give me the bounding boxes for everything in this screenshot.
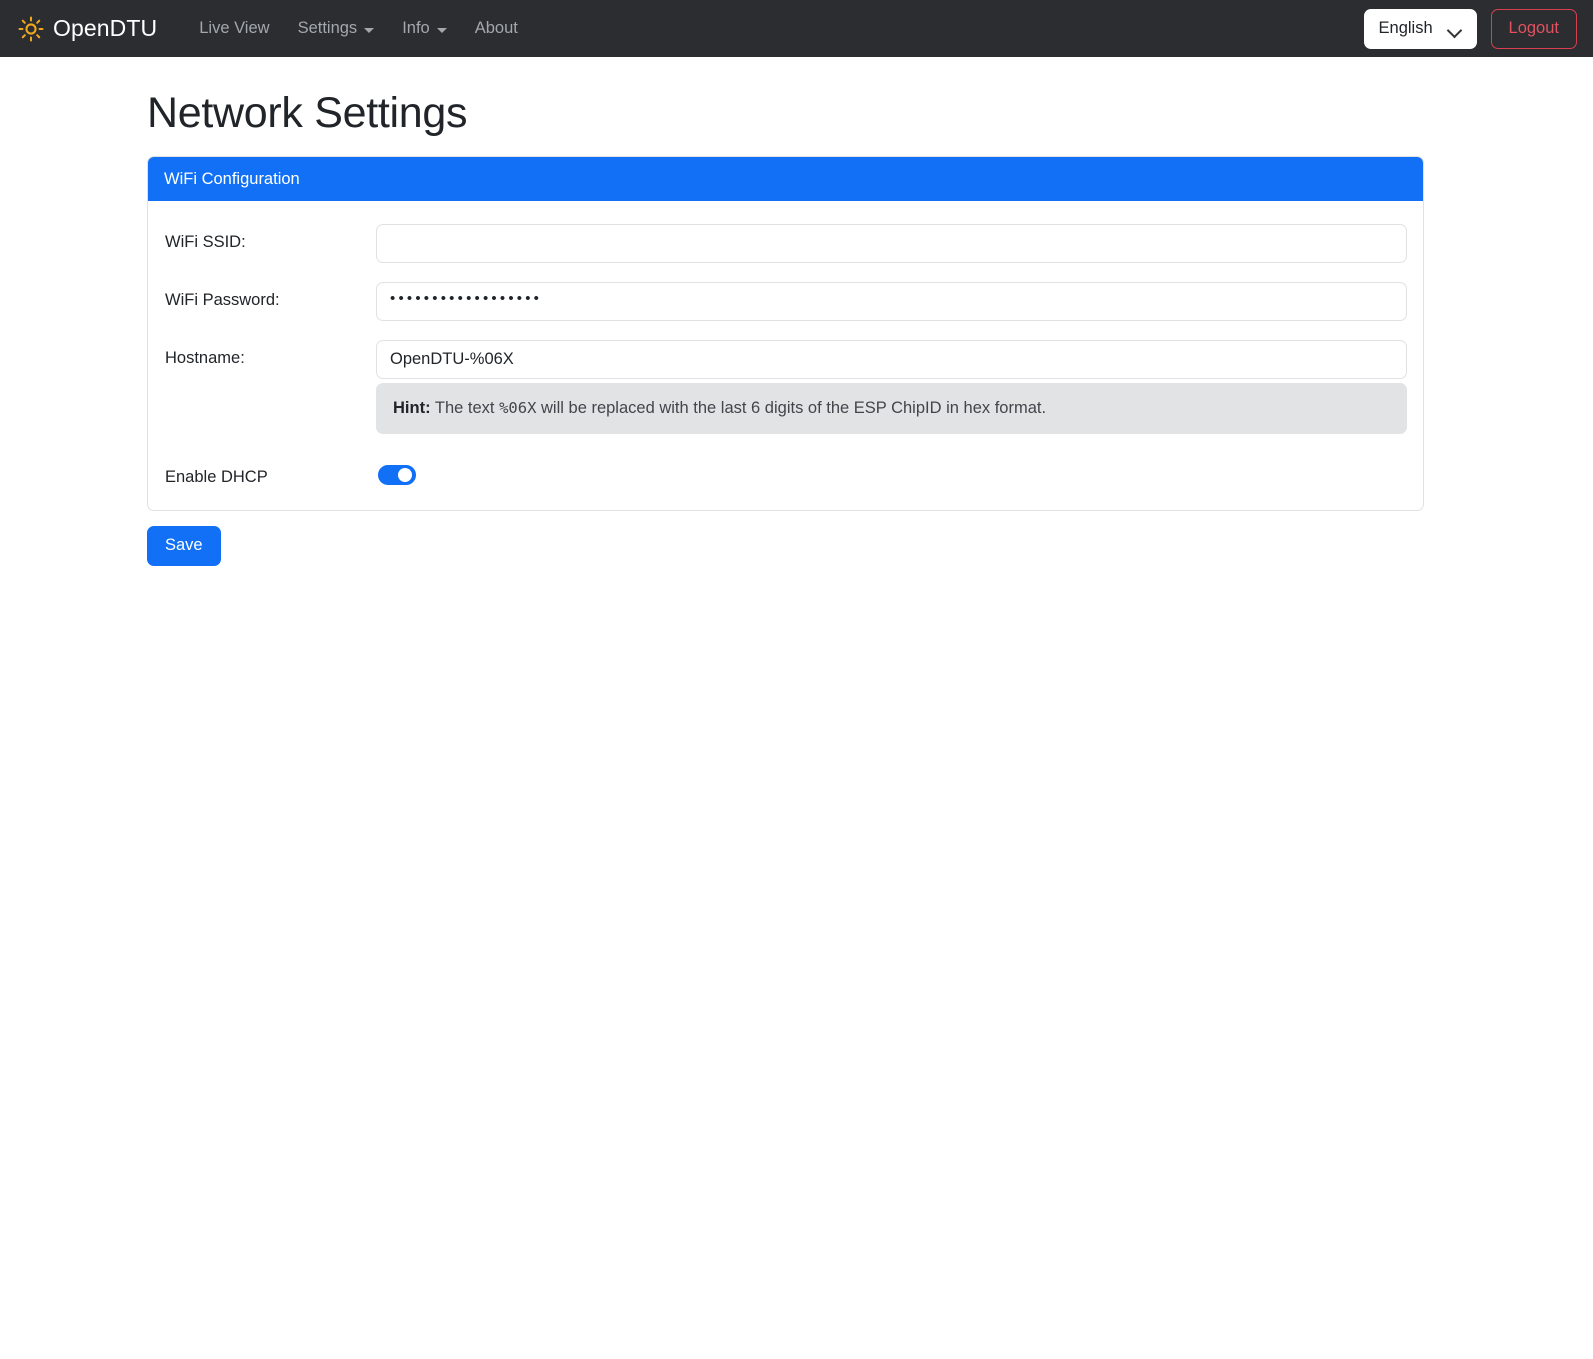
nav-item-info-label: Info	[402, 19, 430, 38]
hint-text-before: The text	[435, 399, 495, 417]
page-content: Network Settings WiFi Configuration WiFi…	[0, 89, 1593, 566]
sun-brightness-icon	[18, 16, 44, 42]
nav-item-info[interactable]: Info	[388, 13, 461, 44]
ssid-field-wrapper	[376, 224, 1407, 263]
card-header: WiFi Configuration	[148, 157, 1423, 201]
wifi-configuration-card: WiFi Configuration WiFi SSID: WiFi Passw…	[147, 156, 1424, 511]
dhcp-label: Enable DHCP	[164, 468, 376, 487]
hostname-hint: Hint: The text %06X will be replaced wit…	[376, 383, 1407, 434]
form-row-password: WiFi Password: ••••••••••••••••••	[164, 282, 1407, 321]
nav-links: Live View Settings Info About	[185, 13, 532, 44]
form-row-hostname: Hostname: Hint: The text %06X will be re…	[164, 340, 1407, 434]
caret-down-icon	[364, 28, 374, 33]
dhcp-toggle-knob	[398, 468, 412, 482]
language-select[interactable]: English	[1364, 9, 1477, 49]
nav-item-settings[interactable]: Settings	[284, 13, 389, 44]
ssid-label: WiFi SSID:	[164, 224, 376, 252]
brand-logo-link[interactable]: OpenDTU	[18, 15, 157, 42]
hint-code: %06X	[499, 399, 536, 417]
dhcp-toggle-switch[interactable]	[378, 465, 416, 485]
caret-down-icon	[437, 28, 447, 33]
nav-item-about[interactable]: About	[461, 13, 532, 44]
nav-item-settings-label: Settings	[298, 19, 358, 38]
password-input[interactable]: ••••••••••••••••••	[376, 282, 1407, 321]
hostname-label: Hostname:	[164, 340, 376, 368]
hint-text-after: will be replaced with the last 6 digits …	[541, 399, 1046, 417]
card-body: WiFi SSID: WiFi Password: ••••••••••••••…	[148, 201, 1423, 510]
nav-item-live-view-label: Live View	[199, 19, 269, 38]
form-row-dhcp: Enable DHCP	[164, 465, 1407, 490]
password-masked-value: ••••••••••••••••••	[390, 290, 542, 307]
password-field-wrapper: ••••••••••••••••••	[376, 282, 1407, 321]
dhcp-toggle-wrapper	[376, 465, 1407, 490]
ssid-input[interactable]	[376, 224, 1407, 263]
hostname-input[interactable]	[376, 340, 1407, 379]
hostname-field-wrapper: Hint: The text %06X will be replaced wit…	[376, 340, 1407, 434]
card-header-title: WiFi Configuration	[164, 170, 300, 189]
hint-prefix: Hint:	[393, 399, 431, 417]
language-select-wrapper: English	[1364, 9, 1477, 49]
brand-title: OpenDTU	[53, 15, 157, 42]
navbar-right-controls: English Logout	[1364, 0, 1577, 57]
form-row-ssid: WiFi SSID:	[164, 224, 1407, 263]
nav-item-about-label: About	[475, 19, 518, 38]
logout-button[interactable]: Logout	[1491, 9, 1577, 49]
top-navbar: OpenDTU Live View Settings Info About En…	[0, 0, 1593, 57]
password-label: WiFi Password:	[164, 282, 376, 310]
nav-item-live-view[interactable]: Live View	[185, 13, 283, 44]
save-button[interactable]: Save	[147, 526, 221, 566]
page-title: Network Settings	[147, 89, 1593, 138]
